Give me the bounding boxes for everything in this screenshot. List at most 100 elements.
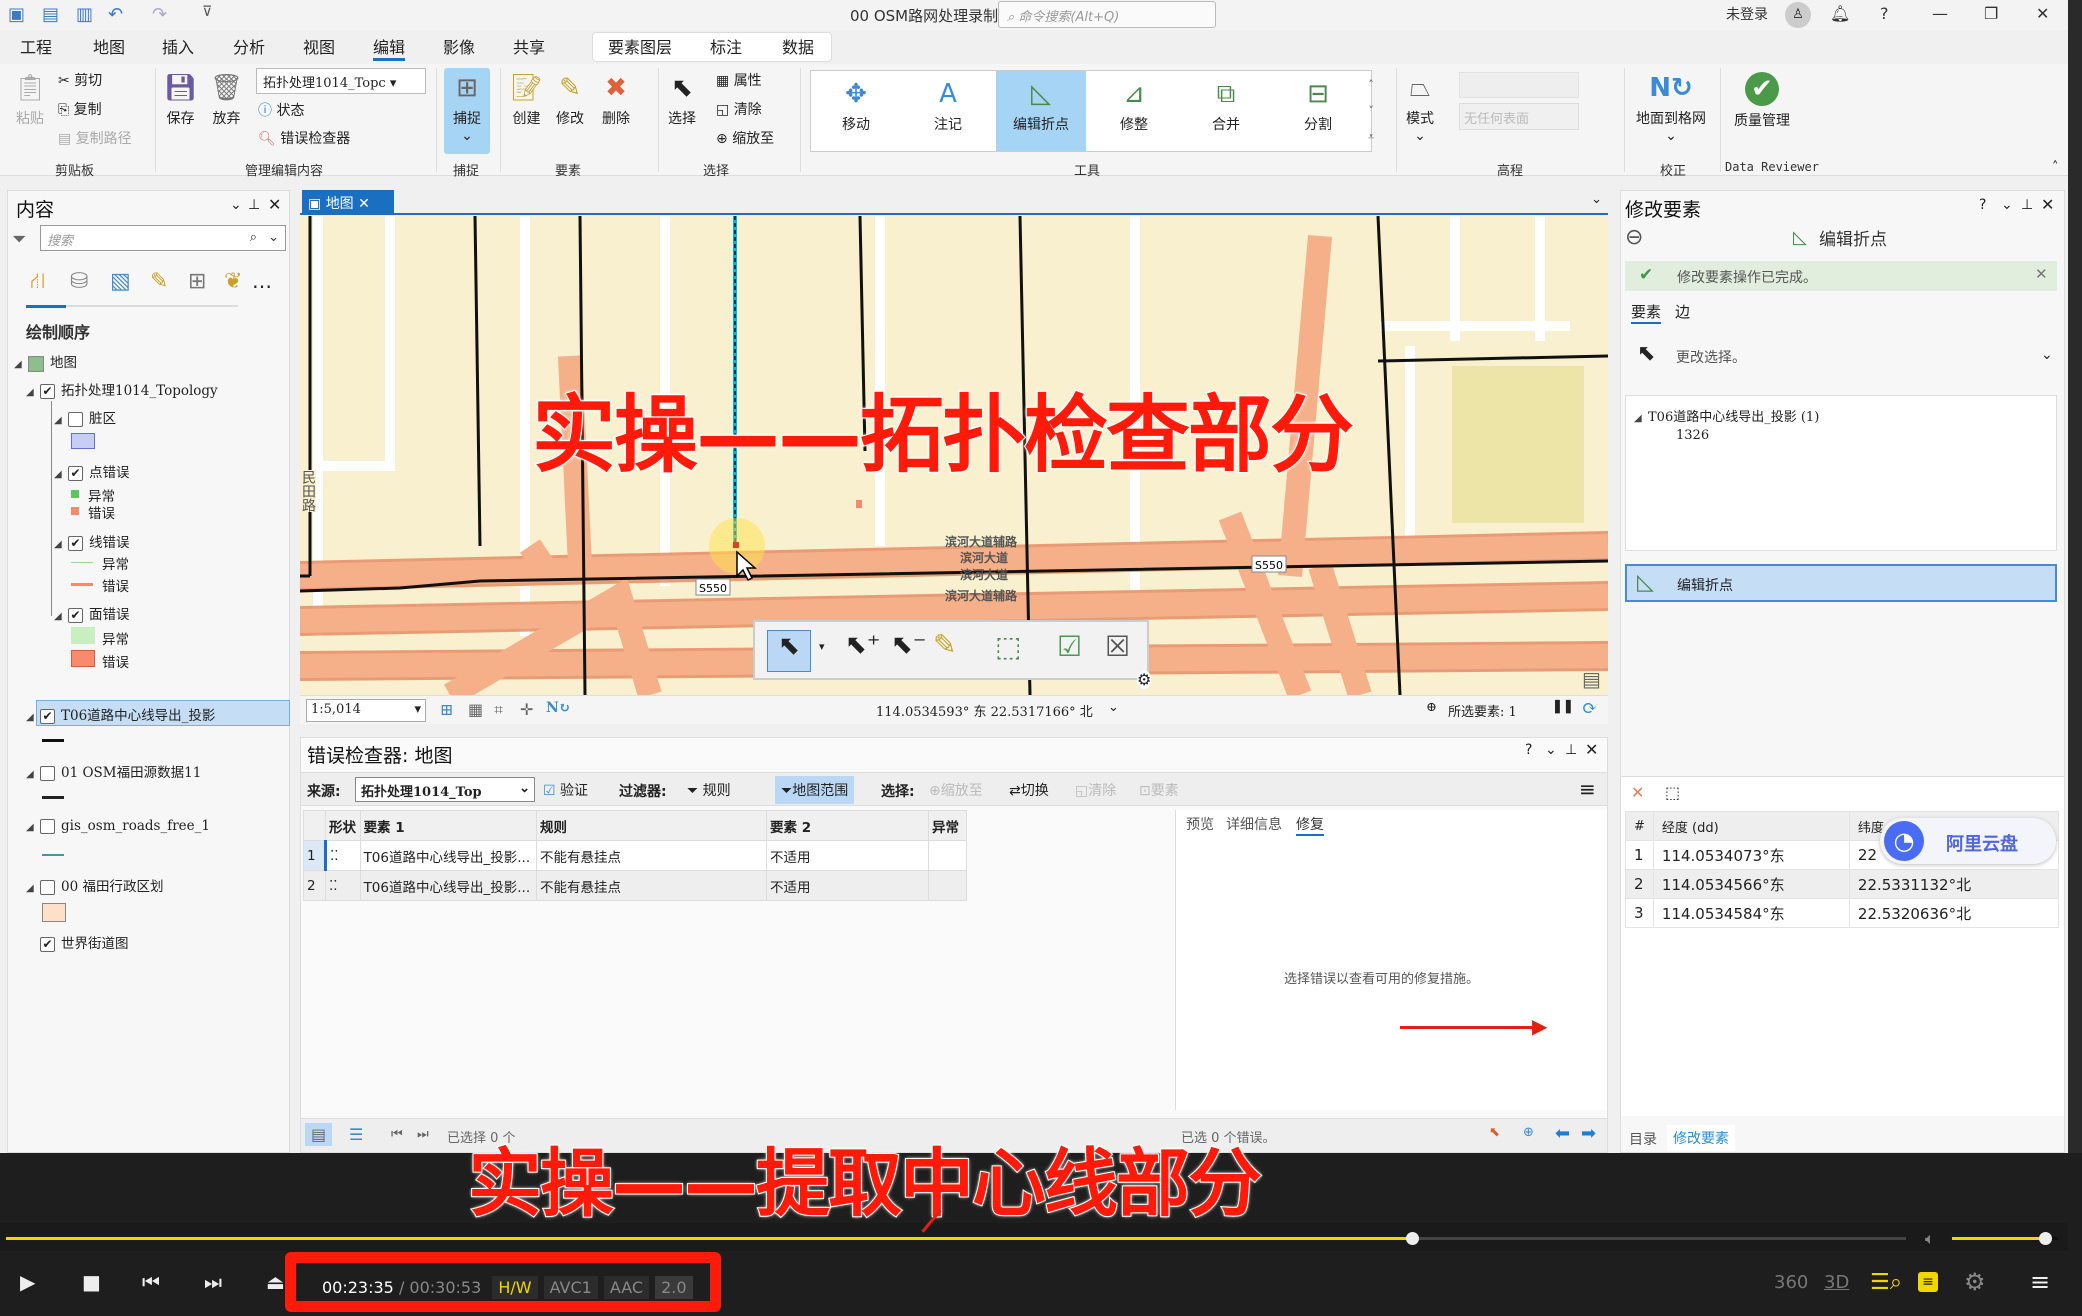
tab-project[interactable]: 工程 [20,34,52,58]
tab-modify-features[interactable]: 修改要素 [1667,1125,1735,1151]
pin-icon[interactable]: ⊥ [248,197,260,213]
tab-insert[interactable]: 插入 [162,34,194,58]
pane-options-icon[interactable]: ⌄ [2001,197,2013,213]
delete-button[interactable]: ✖ 删除 [602,72,630,128]
close-window-icon[interactable]: ✕ [2036,4,2049,23]
undo-icon[interactable]: ↶ [108,4,123,25]
modify-button[interactable]: ✎ 修改 [556,72,584,128]
user-status[interactable]: 未登录 [1726,4,1768,24]
switch-selection-button[interactable]: ⇄切换 [1009,780,1049,800]
grid-toggle-icon[interactable]: ▦ [468,700,483,719]
layer-topology[interactable]: ◢ ✔ 拓扑处理1014_Topology [26,379,218,399]
tool-move[interactable]: ✥ 移动 [826,78,886,134]
save-project-icon[interactable]: ▥ [76,4,93,25]
quality-management-button[interactable]: ✔ 质量管理 [1734,72,1790,130]
collapse-ribbon-icon[interactable]: ˄ [2052,160,2059,175]
dismiss-message-icon[interactable]: ✕ [2035,265,2048,283]
pause-drawing-icon[interactable]: ❚❚ [1552,699,1574,714]
vertex-row[interactable]: 3 114.0534584°东 22.5320636°北 [1625,898,2060,928]
edit-vertices-tool-button[interactable]: ◺ 编辑折点 [1625,564,2057,602]
attributes-button[interactable]: ▦ 属性 [716,70,762,90]
finish-vertex-edit-icon[interactable]: ⬚ [1665,783,1680,802]
data-source-icon[interactable]: ⛁ [70,269,88,294]
checkbox[interactable]: ✔ [68,536,83,551]
restore-icon[interactable]: ❐ [1984,4,1998,23]
error-inspector-button[interactable]: 🔍︎ 错误检查器 [258,128,350,148]
delete-vertex-icon[interactable]: ✕ [1631,783,1644,802]
seek-track[interactable] [6,1237,1906,1240]
tab-map-view[interactable]: ▣ 地图 ✕ [302,190,394,214]
constraints-icon[interactable]: ⌗ [494,700,503,720]
close-pane-icon[interactable]: ✕ [268,195,281,214]
previous-icon[interactable]: ⏮ [142,1270,160,1294]
sublayer-point-errors[interactable]: ◢ ✔ 点错误 [54,461,130,481]
aliyun-drive-watermark[interactable]: ◔ 阿里云盘 [1880,818,2056,864]
table-view-icon[interactable]: ▤ [305,1123,333,1146]
layer-world-street-map[interactable]: ✔ 世界街道图 [40,932,129,952]
validate-button[interactable]: ☑ 验证 [543,780,588,800]
checkbox[interactable] [40,766,55,781]
tab-imagery[interactable]: 影像 [443,34,475,58]
surface-dropdown[interactable]: 无任何表面 [1459,103,1579,130]
tool-merge[interactable]: ⧉ 合并 [1196,78,1256,134]
column-shape[interactable]: 形状 [325,810,361,841]
settings-gear-icon[interactable]: ⚙ [1137,670,1152,689]
tab-feature-layer[interactable]: 要素图层 [608,34,672,58]
pane-options-icon[interactable]: ⌄ [1545,742,1557,758]
tab-data[interactable]: 数据 [782,34,814,58]
change-selection-label[interactable]: 更改选择。 [1676,347,1746,367]
filter-icon[interactable]: ⏷ [12,229,26,250]
help-icon[interactable]: ? [1979,197,1986,213]
minimize-icon[interactable]: — [1932,4,1948,23]
previous-error-icon[interactable]: ⬅ [1555,1123,1570,1144]
tree-row-feature[interactable]: 1326 [1676,428,1709,443]
snapping-icon[interactable]: ⊞ [188,269,206,294]
zoom-to-error-button[interactable]: ⊕缩放至 [929,780,983,800]
checkbox[interactable] [40,880,55,895]
first-page-icon[interactable]: ⏮ [391,1127,403,1142]
layer-map[interactable]: ◢ 地图 [14,351,77,372]
column-feature-2[interactable]: 要素 2 [766,810,929,841]
menu-icon[interactable]: ≡ [1579,777,1596,801]
source-dropdown[interactable]: 拓扑处理1014_Top ⌄ [355,777,535,802]
copy-button[interactable]: ⎘ 复制 [58,99,102,119]
layer-osm-roads[interactable]: ◢ gis_osm_roads_free_1 [26,818,210,834]
menu-icon[interactable]: ≡ [2030,1268,2050,1296]
select-features-button[interactable]: ⊡要素 [1139,780,1179,800]
checkbox[interactable]: ✔ [40,384,55,399]
rules-filter-button[interactable]: ⏷ 规则 [687,780,731,800]
playlist-icon[interactable]: ≡ [1918,1272,1938,1292]
cut-button[interactable]: ✂ 剪切 [58,70,102,90]
column-rule[interactable]: 规则 [536,810,767,841]
save-edits-button[interactable]: 💾︎ 保存 [164,72,197,128]
user-avatar-icon[interactable]: ♙ [1785,2,1811,28]
tab-view[interactable]: 视图 [303,34,335,58]
checkbox[interactable] [68,412,83,427]
notification-bell-icon[interactable]: 🔔︎ [1830,4,1850,23]
checkbox[interactable] [40,819,55,834]
tool-annotation[interactable]: A 注记 [918,78,978,134]
select-button[interactable]: ⬉ 选择 [668,72,696,128]
tab-features[interactable]: 要素 [1631,301,1662,324]
tab-list-icon[interactable]: ⌄ [1591,192,1602,207]
close-tab-icon[interactable]: ✕ [358,196,370,212]
close-pane-icon[interactable]: ✕ [1585,740,1598,759]
sublayer-line-errors[interactable]: ◢ ✔ 线错误 [54,531,130,551]
redo-icon[interactable]: ↷ [152,4,167,25]
tool-dropdown-icon[interactable]: ▾ [819,640,825,653]
layer-admin-division[interactable]: ◢ 00 福田行政区划 [26,875,163,895]
cancel-sketch-icon[interactable]: ☒ [1105,630,1130,663]
stop-icon[interactable]: ■ [82,1270,101,1294]
zoom-to-button[interactable]: ⊕ 缩放至 [716,128,774,148]
column-exception[interactable]: 异常 [928,810,967,841]
table-row[interactable]: 2 ⁚⁚ T06道路中心线导出_投影... 不能有悬挂点 不适用 [303,870,967,901]
workspace-dropdown[interactable]: 拓扑处理1014_Topc ▾ [256,68,426,94]
more-icon[interactable]: … [252,269,272,293]
copy-path-button[interactable]: ▤ 复制路径 [58,128,132,148]
tab-analysis[interactable]: 分析 [233,34,265,58]
customize-toolbar-icon[interactable]: ⊽ [202,4,212,20]
tab-labeling[interactable]: 标注 [710,34,742,58]
tree-row-layer[interactable]: ◢ T06道路中心线导出_投影 (1) [1634,406,1819,425]
layer-t06-centerline[interactable]: ◢ ✔ T06道路中心线导出_投影 [26,704,215,724]
sketch-pencil-icon[interactable]: ✎ [933,628,956,661]
